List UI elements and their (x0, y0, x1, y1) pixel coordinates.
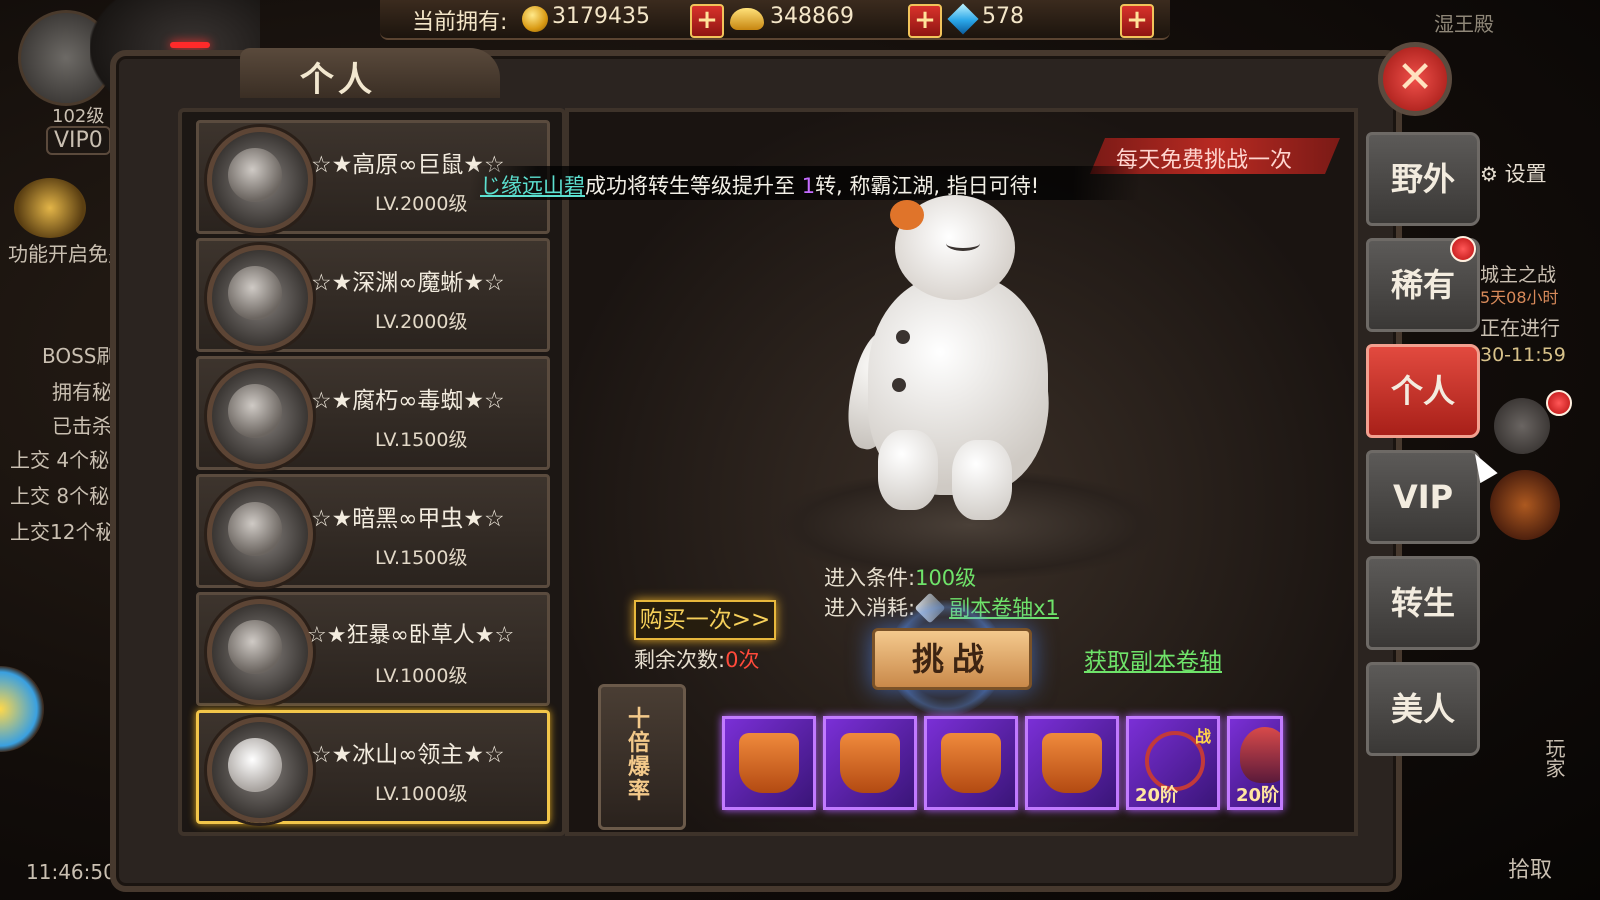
settings-label: 设置 (1504, 162, 1547, 186)
tab-wild[interactable]: 野外 (1366, 132, 1480, 226)
notice-number: 1 (801, 174, 816, 198)
drop-item[interactable] (924, 716, 1018, 810)
boss-name: ☆★狂暴∞卧草人★☆ (307, 623, 515, 648)
submit-line-2: 上交 8个秘 (10, 484, 110, 508)
fire-skill-icon[interactable] (1490, 470, 1560, 540)
owned-secret-text: 拥有秘 (52, 380, 112, 404)
panel-title: 个人 (300, 60, 376, 100)
drop-item[interactable] (1025, 716, 1119, 810)
drop-tier: 20阶 (1236, 785, 1280, 806)
player-level: 102级 (52, 106, 105, 127)
drop-item[interactable] (722, 716, 816, 810)
drop-item[interactable] (823, 716, 917, 810)
entry-condition-label: 进入条件: (824, 566, 916, 590)
orange-flame-rune-icon (840, 733, 900, 793)
city-war-label[interactable]: 城主之战 (1480, 260, 1556, 287)
boss-level: LV.1500级 (375, 429, 468, 451)
in-progress-label: 正在进行 (1480, 316, 1560, 340)
orange-rune-icon (739, 733, 799, 793)
event-time-range: 30-11:59 (1480, 344, 1566, 366)
boss-level: LV.1000级 (375, 665, 468, 687)
snowman-nose (890, 200, 924, 230)
feature-ring-icon[interactable] (14, 178, 86, 238)
tab-vip[interactable]: VIP (1366, 450, 1480, 544)
drop-tag: 战 (1195, 727, 1212, 746)
orange-swirl-rune-icon (941, 733, 1001, 793)
scarecrow-portrait-icon (207, 599, 313, 705)
boss-list-item[interactable]: ☆★深渊∞魔蜥★☆ LV.2000级 (196, 238, 550, 352)
submit-line-1: 上交 4个秘 (10, 448, 110, 472)
notice-text-before: 成功将转生等级提升至 (585, 174, 795, 198)
owned-label: 当前拥有: (412, 10, 508, 35)
city-war-time: 5天08小时 (1480, 288, 1559, 307)
snowman-button-dot (896, 330, 910, 344)
boss-list-item[interactable]: ☆★狂暴∞卧草人★☆ LV.1000级 (196, 592, 550, 706)
boss-name: ☆★暗黑∞甲虫★☆ (311, 506, 505, 532)
boss-name: ☆★腐朽∞毒蜘★☆ (311, 388, 505, 414)
remaining-label: 剩余次数: (634, 648, 726, 672)
ingot-icon (730, 8, 764, 30)
dragon-eye-glow (170, 42, 210, 48)
submit-line-3: 上交12个秘 (10, 520, 116, 544)
boss-level: LV.1000级 (375, 783, 468, 805)
boss-level: LV.2000级 (375, 193, 468, 215)
notice-player-name[interactable]: じ缘远山碧 (480, 174, 585, 198)
ingot-amount: 348869 (770, 4, 854, 29)
add-diamond-button[interactable]: + (1120, 4, 1154, 38)
orange-shield-rune-icon (1042, 733, 1102, 793)
boss-list-item[interactable]: ☆★腐朽∞毒蜘★☆ LV.1500级 (196, 356, 550, 470)
drop-item[interactable]: 20阶 (1227, 716, 1283, 810)
add-ingot-button[interactable]: + (908, 4, 942, 38)
pickup-button[interactable]: 拾取 (1508, 852, 1552, 884)
boss-name: ☆★深渊∞魔蜥★☆ (311, 270, 505, 296)
tab-beauty[interactable]: 美人 (1366, 662, 1480, 756)
buy-once-button[interactable]: 购买一次>> (634, 600, 776, 640)
boss-list-item-selected[interactable]: ☆★冰山∞领主★☆ LV.1000级 (196, 710, 550, 824)
play-label[interactable]: 玩家 (1540, 738, 1569, 778)
lizard-portrait-icon (207, 245, 313, 351)
vip-badge[interactable]: VIP0 (46, 126, 111, 155)
tab-rebirth[interactable]: 转生 (1366, 556, 1480, 650)
gold-coin-icon (522, 6, 548, 32)
boss-level: LV.2000级 (375, 311, 468, 333)
notification-dot (1546, 390, 1572, 416)
entry-cost-label: 进入消耗: (824, 596, 916, 620)
snowman-right-leg (952, 440, 1012, 520)
diamond-amount: 578 (982, 4, 1024, 29)
snowman-smile (946, 236, 980, 251)
gear-icon: ⚙ (1480, 162, 1498, 186)
entry-condition: 进入条件:100级 (824, 562, 976, 592)
close-button[interactable]: ✕ (1378, 42, 1452, 116)
boss-level: LV.1500级 (375, 547, 468, 569)
snowman-button-dot (892, 378, 906, 392)
map-icon[interactable] (1494, 398, 1550, 454)
killed-text: 已击杀 (52, 414, 112, 438)
clock: 11:46:50 (26, 860, 116, 884)
remaining-value: 0次 (725, 648, 760, 672)
drop-item[interactable]: 战 20阶 (1126, 716, 1220, 810)
notification-dot (1450, 236, 1476, 262)
mask-icon (1240, 727, 1280, 783)
rat-portrait-icon (207, 127, 313, 233)
get-scroll-link[interactable]: 获取副本卷轴 (1084, 642, 1222, 676)
settings-button[interactable]: ⚙ 设置 (1480, 158, 1566, 186)
spider-portrait-icon (207, 363, 313, 469)
drop-rate-label: 十倍爆率 (627, 707, 650, 804)
snowman-left-leg (878, 430, 938, 510)
add-gold-button[interactable]: + (690, 4, 724, 38)
location-name: 湿王殿 (1434, 12, 1494, 36)
tab-personal[interactable]: 个人 (1366, 344, 1480, 438)
challenge-button[interactable]: 挑战 (872, 628, 1032, 690)
drop-tier: 20阶 (1135, 785, 1179, 806)
notice-text-after: 转, 称霸江湖, 指日可待! (815, 174, 1040, 198)
remaining-count: 剩余次数:0次 (634, 644, 759, 674)
entry-condition-value: 100级 (915, 566, 977, 590)
boss-name: ☆★冰山∞领主★☆ (311, 742, 505, 768)
snowman-portrait-icon (207, 717, 313, 823)
gold-amount: 3179435 (552, 4, 650, 29)
boss-list-item[interactable]: ☆★暗黑∞甲虫★☆ LV.1500级 (196, 474, 550, 588)
free-daily-text: 每天免费挑战一次 (1116, 148, 1293, 173)
beetle-portrait-icon (207, 481, 313, 587)
